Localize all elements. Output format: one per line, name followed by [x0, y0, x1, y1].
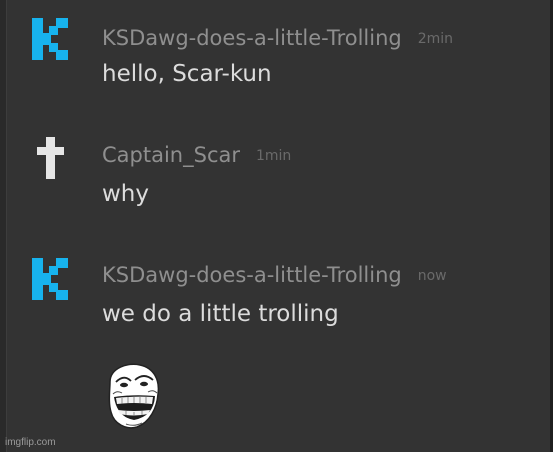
- username[interactable]: KSDawg-does-a-little-Trolling: [102, 263, 402, 287]
- username[interactable]: Captain_Scar: [102, 143, 240, 167]
- chat-message: Captain_Scar 1min why: [0, 120, 540, 230]
- cross-icon[interactable]: [30, 134, 72, 180]
- trollface-icon[interactable]: [104, 360, 162, 430]
- timestamp: now: [417, 268, 447, 284]
- message-text: we do a little trolling: [102, 301, 339, 327]
- message-text: why: [102, 181, 149, 207]
- imgflip-watermark: imgflip.com: [5, 437, 56, 448]
- message-text: hello, Scar-kun: [102, 61, 272, 87]
- kick-logo-icon[interactable]: [30, 256, 72, 302]
- timestamp: 2min: [417, 31, 454, 47]
- timestamp: 1min: [256, 148, 292, 164]
- chat-message: KSDawg-does-a-little-Trolling now we do a…: [0, 240, 540, 445]
- username[interactable]: KSDawg-does-a-little-Trolling: [102, 26, 402, 50]
- chat-message: KSDawg-does-a-little-Trolling 2min hello,…: [0, 0, 540, 110]
- kick-logo-icon[interactable]: [30, 16, 72, 62]
